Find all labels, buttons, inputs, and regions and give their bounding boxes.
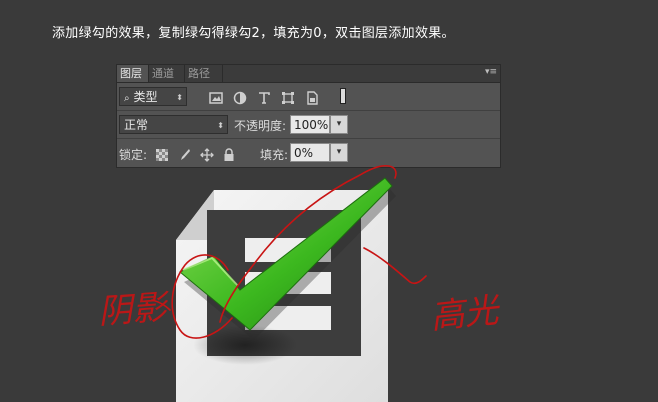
shadow-annotation-label: 阴影 [96,287,168,333]
highlight-annotation-label: 高光 [428,290,501,338]
canvas-artwork [151,165,427,402]
